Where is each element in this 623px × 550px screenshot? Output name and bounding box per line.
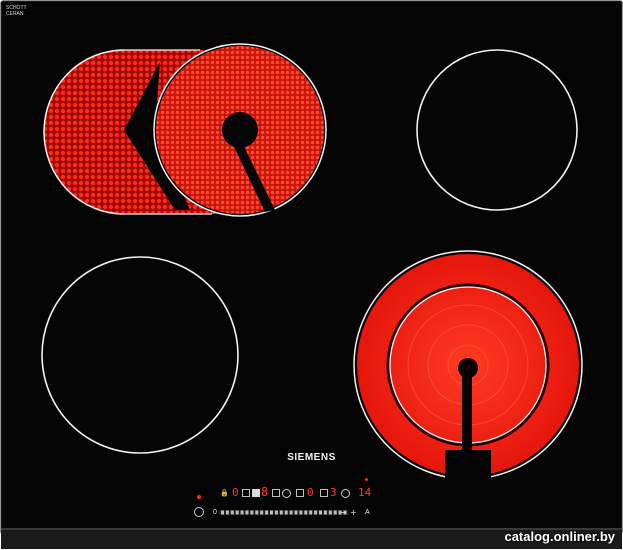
slider-tick — [314, 510, 318, 515]
power-button[interactable] — [194, 507, 204, 517]
slider-max-label[interactable]: A — [365, 509, 370, 516]
zone-2-display: 8 — [261, 485, 269, 499]
schott-ceran-logo: SCHOTT CERAN — [6, 5, 27, 17]
timer-clock-icon[interactable] — [341, 489, 350, 498]
slider-tick — [240, 510, 244, 515]
slider-tick — [274, 510, 278, 515]
slider-tick — [250, 510, 254, 515]
slider-tick — [221, 510, 224, 515]
slider-tick — [323, 510, 327, 515]
slider-tick — [270, 510, 273, 515]
slider-tick — [299, 510, 303, 515]
timer-display: 14 — [358, 486, 372, 499]
zone-4-select-icon[interactable] — [320, 489, 328, 497]
slider-tick — [284, 510, 288, 515]
slider-tick — [265, 510, 269, 515]
slider-tick — [235, 510, 239, 515]
zone-4-display: 3 — [330, 486, 337, 499]
zone-1-display: 0 — [232, 486, 239, 499]
zone-2-select-icon[interactable] — [252, 489, 260, 497]
zone-2-extend-icon[interactable] — [272, 489, 280, 497]
slider-tick — [304, 510, 308, 515]
slider-tick — [289, 510, 293, 515]
slider-tick — [309, 510, 313, 515]
zone-3-select-icon[interactable] — [296, 489, 304, 497]
cooking-zone-top-left-extended — [43, 43, 327, 217]
brand-logo: SIEMENS — [287, 452, 336, 463]
slider-tick — [230, 510, 234, 515]
power-indicator-led — [197, 495, 201, 499]
slider-tick — [260, 510, 264, 515]
timer-indicator-led — [365, 478, 368, 481]
slider-min-label: 0 — [213, 509, 217, 516]
slider-tick — [245, 510, 249, 515]
slider-tick — [255, 510, 259, 515]
slider-tick — [225, 510, 229, 515]
power-level-slider[interactable] — [219, 510, 349, 515]
slider-tick — [328, 510, 332, 515]
slider-tick — [319, 510, 322, 515]
slider-tick — [333, 510, 337, 515]
zone-3-display: 0 — [307, 486, 314, 499]
slider-tick — [279, 510, 283, 515]
zone-1-select-icon[interactable] — [242, 489, 250, 497]
plus-button[interactable]: + — [350, 509, 357, 517]
zone-extension-icon[interactable] — [282, 489, 291, 498]
childlock-icon[interactable]: 🔒 — [220, 489, 229, 497]
watermark: catalog.onliner.by — [504, 529, 615, 544]
cooktop-surface — [0, 0, 623, 549]
minus-button[interactable]: − — [340, 509, 347, 517]
slider-tick — [294, 510, 298, 515]
